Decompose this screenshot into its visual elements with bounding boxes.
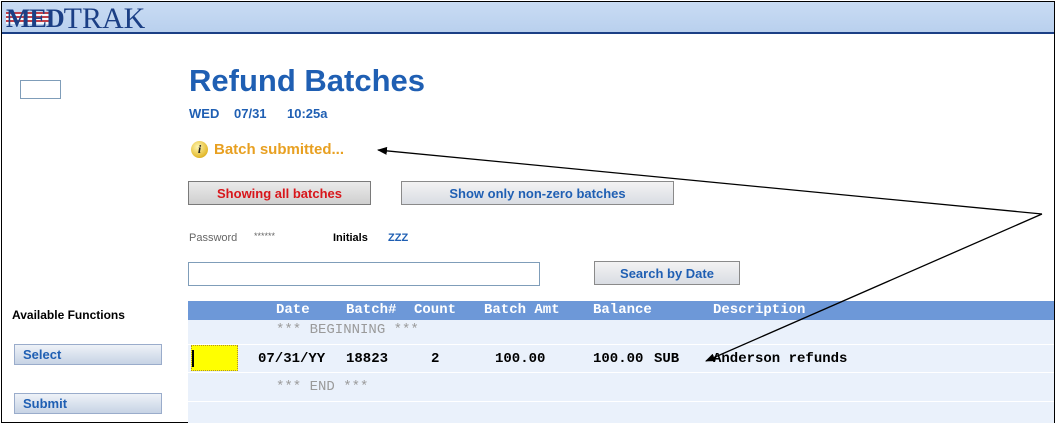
callout-arrows: [377, 146, 1043, 362]
callout-arrow-message: [377, 146, 1043, 215]
callout-arrow-row: [705, 213, 1043, 362]
